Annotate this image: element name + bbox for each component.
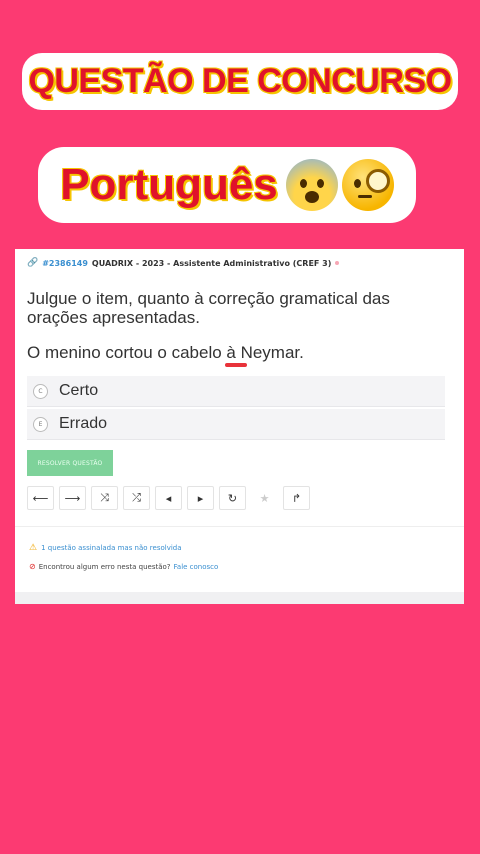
shuffle-alt-icon[interactable]: ⤮ [123, 486, 150, 510]
status-dot-icon [335, 261, 340, 265]
highlight-underline [225, 363, 247, 367]
fearful-face-emoji-icon [285, 159, 338, 211]
reload-icon[interactable]: ↻ [219, 486, 246, 510]
next-icon[interactable]: ▸ [187, 486, 214, 510]
face-with-monocle-emoji-icon [341, 159, 394, 211]
title-text: QUESTÃO DE CONCURSO [28, 62, 452, 100]
prev-icon[interactable]: ◂ [155, 486, 182, 510]
warning-icon: ⚠ [29, 543, 38, 553]
link-icon: 🔗 [27, 258, 39, 268]
arrow-left-icon[interactable]: ⟵ [27, 486, 54, 510]
error-report: ⊘ Encontrou algum erro nesta questão? Fa… [29, 562, 218, 571]
question-prompt: Julgue o item, quanto à correção gramati… [27, 289, 390, 327]
option-certo[interactable]: C Certo [27, 376, 445, 407]
question-card: 🔗 #2386149 QUADRIX - 2023 - Assistente A… [15, 249, 464, 604]
question-id-link[interactable]: #2386149 [42, 259, 88, 268]
option-letter: E [33, 416, 48, 432]
pending-note[interactable]: ⚠ 1 questão assinalada mas não resolvida [29, 543, 182, 553]
corner-arrow-icon[interactable]: ↱ [283, 486, 310, 510]
option-label: Errado [59, 415, 108, 432]
divider [15, 526, 464, 527]
contact-link[interactable]: Fale conosco [174, 563, 219, 571]
toolbar: ⟵ ⟶ ⤨ ⤮ ◂ ▸ ↻ ★ ↱ [27, 486, 310, 510]
star-icon[interactable]: ★ [251, 486, 278, 510]
resolve-button[interactable]: RESOLVER QUESTÃO [27, 450, 113, 476]
option-letter: C [33, 383, 48, 399]
question-meta: QUADRIX - 2023 - Assistente Administrati… [91, 258, 332, 268]
card-footer-bar [15, 592, 464, 604]
shuffle-icon[interactable]: ⤨ [91, 486, 118, 510]
title-banner: QUESTÃO DE CONCURSO [22, 53, 458, 110]
arrow-right-icon[interactable]: ⟶ [59, 486, 86, 510]
prohibited-icon: ⊘ [29, 562, 36, 571]
error-prompt-text: Encontrou algum erro nesta questão? [38, 562, 171, 571]
question-header: 🔗 #2386149 QUADRIX - 2023 - Assistente A… [27, 256, 452, 270]
pending-note-text: 1 questão assinalada mas não resolvida [41, 544, 182, 552]
question-statement: O menino cortou o cabelo à Neymar. [27, 343, 304, 362]
subject-banner: Português [38, 147, 416, 223]
option-errado[interactable]: E Errado [27, 409, 445, 440]
subject-text: Português [60, 160, 278, 209]
option-label: Certo [59, 382, 99, 399]
